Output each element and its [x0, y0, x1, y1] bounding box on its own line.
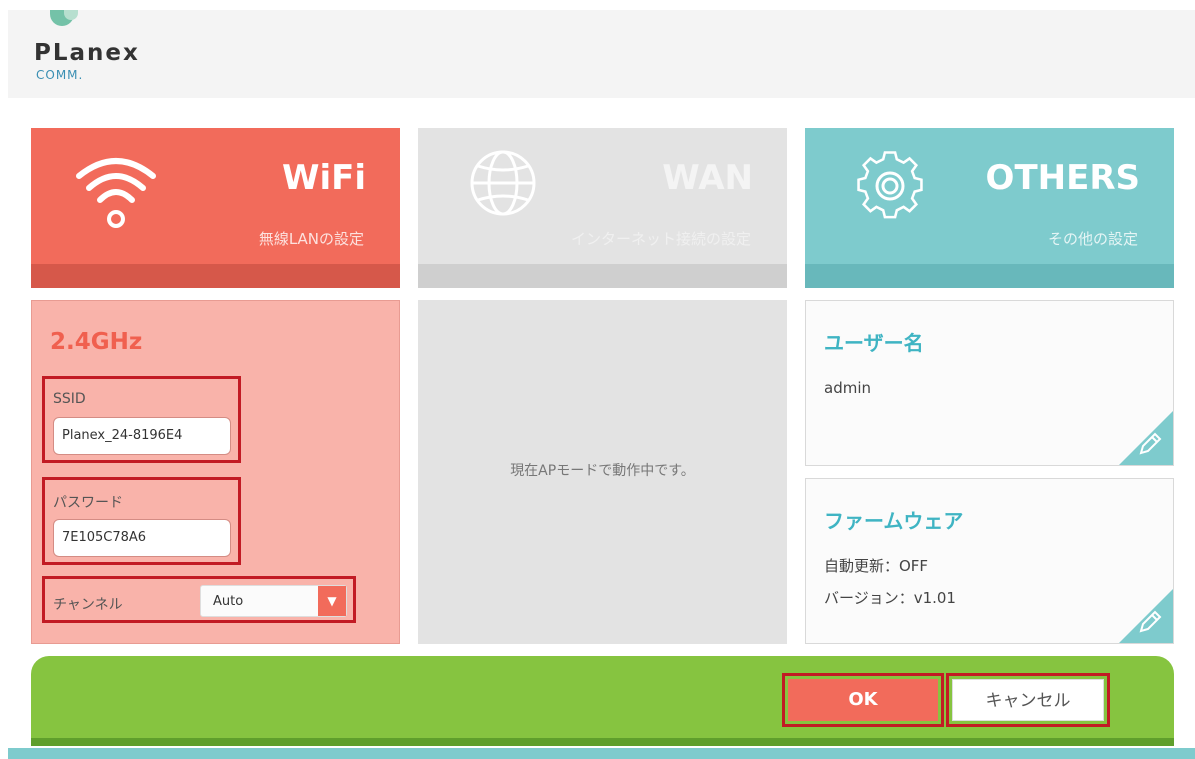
- wifi-icon: [76, 158, 156, 228]
- router-settings-page: PLanex COMM. WiFi 無線LANの設定 WAN インターネット接続…: [0, 0, 1195, 759]
- firmware-card: ファームウェア 自動更新：OFF バージョン：v1.01: [805, 478, 1174, 644]
- tile-bar: [805, 264, 1174, 288]
- channel-select[interactable]: Auto ▼: [200, 585, 347, 617]
- tile-bar: [31, 264, 400, 288]
- tile-subtitle: 無線LANの設定: [258, 230, 364, 248]
- globe-icon: [470, 150, 536, 216]
- tab-wifi[interactable]: WiFi 無線LANの設定: [31, 128, 400, 288]
- auto-update-status: 自動更新：OFF: [824, 557, 929, 575]
- password-highlight: パスワード 7E105C78A6: [42, 477, 241, 565]
- password-input[interactable]: 7E105C78A6: [53, 519, 231, 557]
- pencil-icon[interactable]: [1137, 609, 1163, 635]
- password-label: パスワード: [53, 495, 123, 511]
- ok-button[interactable]: OK: [788, 679, 938, 721]
- cancel-button[interactable]: キャンセル: [952, 679, 1104, 721]
- logo-name: PLanex: [34, 40, 140, 66]
- tile-title: WAN: [662, 158, 753, 198]
- tile-bar: [418, 264, 787, 288]
- username-card: ユーザー名 admin: [805, 300, 1174, 466]
- pencil-icon[interactable]: [1137, 431, 1163, 457]
- ssid-highlight: SSID Planex_24-8196E4: [42, 376, 241, 463]
- header: PLanex COMM.: [8, 10, 1195, 98]
- tab-wan[interactable]: WAN インターネット接続の設定: [418, 128, 787, 288]
- username-title: ユーザー名: [824, 331, 924, 355]
- firmware-title: ファームウェア: [824, 509, 964, 533]
- logo-sub: COMM.: [36, 68, 84, 82]
- cancel-button-highlight: キャンセル: [946, 673, 1110, 727]
- band-title: 2.4GHz: [50, 329, 143, 355]
- ssid-label: SSID: [53, 391, 86, 407]
- chevron-down-icon[interactable]: ▼: [318, 586, 346, 616]
- wan-panel: 現在APモードで動作中です。: [418, 300, 787, 644]
- wifi-settings-panel: 2.4GHz SSID Planex_24-8196E4 パスワード 7E105…: [31, 300, 400, 644]
- tile-subtitle: その他の設定: [1047, 230, 1138, 248]
- channel-label: チャンネル: [53, 597, 123, 613]
- tile-title: WiFi: [281, 158, 366, 198]
- username-value: admin: [824, 379, 871, 397]
- tile-title: OTHERS: [985, 158, 1140, 198]
- tile-subtitle: インターネット接続の設定: [570, 230, 751, 248]
- ok-button-highlight: OK: [782, 673, 944, 727]
- tab-others[interactable]: OTHERS その他の設定: [805, 128, 1174, 288]
- logo-leaf-accent: [64, 10, 78, 20]
- ssid-input[interactable]: Planex_24-8196E4: [53, 417, 231, 455]
- gear-icon: [857, 151, 923, 219]
- ap-mode-message: 現在APモードで動作中です。: [510, 463, 695, 479]
- firmware-version: バージョン：v1.01: [824, 589, 956, 607]
- channel-value: Auto: [213, 594, 244, 609]
- footer-strip: [31, 738, 1174, 746]
- bottom-line: [8, 748, 1195, 759]
- channel-highlight: チャンネル Auto ▼: [42, 576, 356, 623]
